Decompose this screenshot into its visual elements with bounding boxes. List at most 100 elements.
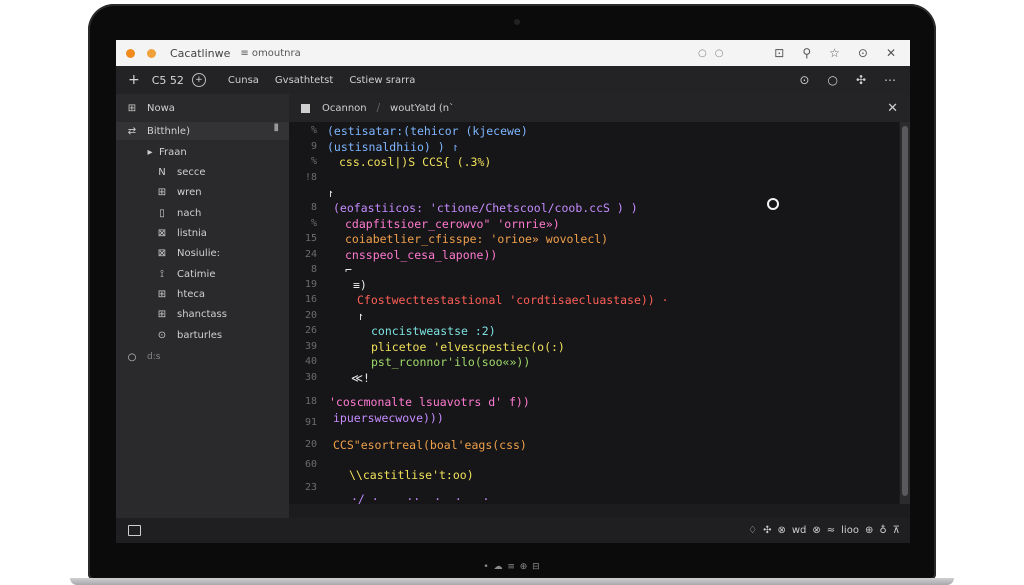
tool-icon: ⟟ [160,268,164,280]
laptop-base [70,578,954,585]
code-line: CCS"esortreal(boal'eags(css) [333,438,527,452]
code-line: cdapfitsioer_cerowvo" 'ornrie») [345,217,560,231]
circle-icon[interactable]: ○ [827,73,837,87]
add-icon[interactable]: + [128,72,140,88]
line-number: 8 [310,264,317,275]
code-line: pst_rconnor'ilo(soo«»)) [371,355,531,369]
code-line: (eofastiicos: 'ctione/Chetscool/coob.ccS… [333,201,638,215]
tab-divider: ⧸ [376,102,381,114]
status-icon[interactable]: ≈ [827,525,835,536]
sidebar-item-label: barturles [177,329,223,341]
status-icon[interactable]: ✣ [763,525,771,536]
line-number: 40 [304,356,317,367]
sidebar-item-label: secce [177,166,206,178]
sidebar-item-nach[interactable]: ▯ nach [156,204,201,222]
toolbar: + C5 52 + Cunsa Gvsathtetst Cstiew srarr… [116,66,910,94]
status-text[interactable]: lioo [841,525,859,536]
line-number: 18 [304,396,317,407]
sidebar-item-fraan[interactable]: ▸ Fraan [144,143,187,161]
toolbar-file-label[interactable]: C5 52 [152,74,184,87]
n-icon: N [158,166,166,178]
extensions-icon[interactable]: ✣ [856,73,866,87]
code-line: 'coscmonalte lsuavotrs d' f)) [329,395,530,409]
code-line: ≪! [351,371,370,385]
close-editor-icon[interactable]: ✕ [887,101,898,116]
sidebar-item-secce[interactable]: N secce [156,163,206,181]
settings-icon: ⊙ [157,329,167,341]
panel-toggle-icon[interactable] [128,525,141,536]
tab-ocannon[interactable]: Ocannon [322,103,367,114]
code-line: ipuerswecwove))) [333,411,444,425]
more-icon[interactable]: ⋯ [884,73,896,87]
status-icon[interactable]: ⊗ [777,525,785,536]
code-line: (estisatar:(tehicor (kjecewe) [327,124,528,138]
sidebar-item-label: Catimie [177,268,216,280]
sidebar-item-label: Fraan [159,146,187,158]
code-line: ⌐ [345,263,352,277]
menu-item-cunsa[interactable]: Cunsa [228,75,259,86]
line-number: % [310,156,317,167]
url-field[interactable]: ≡ omoutnra [240,48,300,59]
line-number: 9 [310,141,317,152]
sidebar-item-label: wren [177,186,202,198]
line-number: 26 [304,325,317,336]
code-line: concistweastse :2) [371,324,496,338]
sidebar-item-barturles[interactable]: ⊙ barturles [156,326,222,344]
sidebar-item-nosiulie[interactable]: ⊠ Nosiulie: [156,244,220,262]
line-number: 15 [304,233,317,244]
line-number: 23 [304,482,317,493]
line-number: 24 [304,249,317,260]
line-number: % [310,218,317,229]
window-minimize-dot[interactable] [147,48,156,58]
star-icon[interactable]: ☆ [829,46,840,60]
titlebar-actions: ⊡ ⚲ ☆ ⊙ ✕ [774,46,896,60]
add-circle-icon[interactable]: + [191,73,206,87]
menu-item-cstiew[interactable]: Cstiew srarra [349,75,415,86]
settings-icon[interactable]: ⊙ [858,46,868,60]
scrollbar-thumb[interactable] [902,126,908,496]
sidebar-item-nowa[interactable]: ⊞ Nowa [126,99,175,117]
code-editor[interactable]: % 9 % !8 8 % 15 24 8 19 16 20 26 39 40 3… [289,122,899,504]
sidebar-item-ds[interactable]: ○ d:s [126,348,161,366]
status-text[interactable]: wd [792,525,807,536]
line-number: 16 [304,294,317,305]
circle-icon[interactable]: ○ [715,48,724,59]
close-icon[interactable]: ✕ [886,46,896,60]
status-icon[interactable]: ⊗ [812,525,820,536]
editor-scrollbar[interactable] [900,122,910,504]
status-bar: ♢ ✣ ⊗ wd ⊗ ≈ lioo ⊕ ♁ ⊼ [116,518,910,543]
window-icon[interactable]: ⊡ [774,46,784,60]
sidebar-item-wren[interactable]: ⊞ wren [156,183,202,201]
sidebar-item-bitthnle[interactable]: ⇄ Bitthnle) ▮ [116,122,289,140]
line-number: 8 [310,202,317,213]
status-icon[interactable]: ⊕ [865,525,873,536]
line-number: 91 [304,417,317,428]
code-line: coiabetlier_cfisspe: 'orioe» wovolecl) [345,232,609,246]
menu-item-gvsathtetst[interactable]: Gvsathtetst [275,75,333,86]
circle-icon[interactable]: ○ [698,48,707,59]
titlebar-mid-icons: ○ ○ [698,48,723,59]
sidebar-item-label: shanctass [177,308,227,320]
window-titlebar: Cacatlinwe ≡ omoutnra ○ ○ ⊡ ⚲ ☆ ⊙ ✕ [116,40,910,66]
tab-woutyatd[interactable]: woutYatd (n` [390,103,454,114]
status-icon[interactable]: ♁ [879,525,886,536]
app-title: Cacatlinwe [170,46,231,60]
target-icon[interactable]: ⊙ [799,73,809,87]
sidebar-item-label: Nowa [147,102,175,114]
line-number: 20 [304,310,317,321]
trash-icon[interactable]: ▮ [273,122,279,133]
status-icon[interactable]: ⊼ [893,525,900,536]
code-line: ↾ [327,186,334,200]
code-line: plicetoe 'elvescpestiec(o(:) [371,340,565,354]
sidebar-item-label: hteca [177,288,206,300]
status-icon[interactable]: ♢ [748,525,757,536]
sidebar-item-catimie[interactable]: ⟟ Catimie [156,265,215,283]
grid-icon: ⊞ [127,102,137,114]
sidebar-item-hteca[interactable]: ⊞ hteca [156,285,205,303]
sidebar-item-shanctass[interactable]: ⊞ shanctass [156,305,227,323]
code-line: Cfostwecttestastional 'cordtisaecluastas… [357,293,669,307]
window-close-dot[interactable] [126,48,135,58]
toolbar-right-icons: ⊙ ○ ✣ ⋯ [799,73,896,87]
sidebar-item-listnia[interactable]: ⊠ listnia [156,224,207,242]
pin-icon[interactable]: ⚲ [802,46,811,60]
